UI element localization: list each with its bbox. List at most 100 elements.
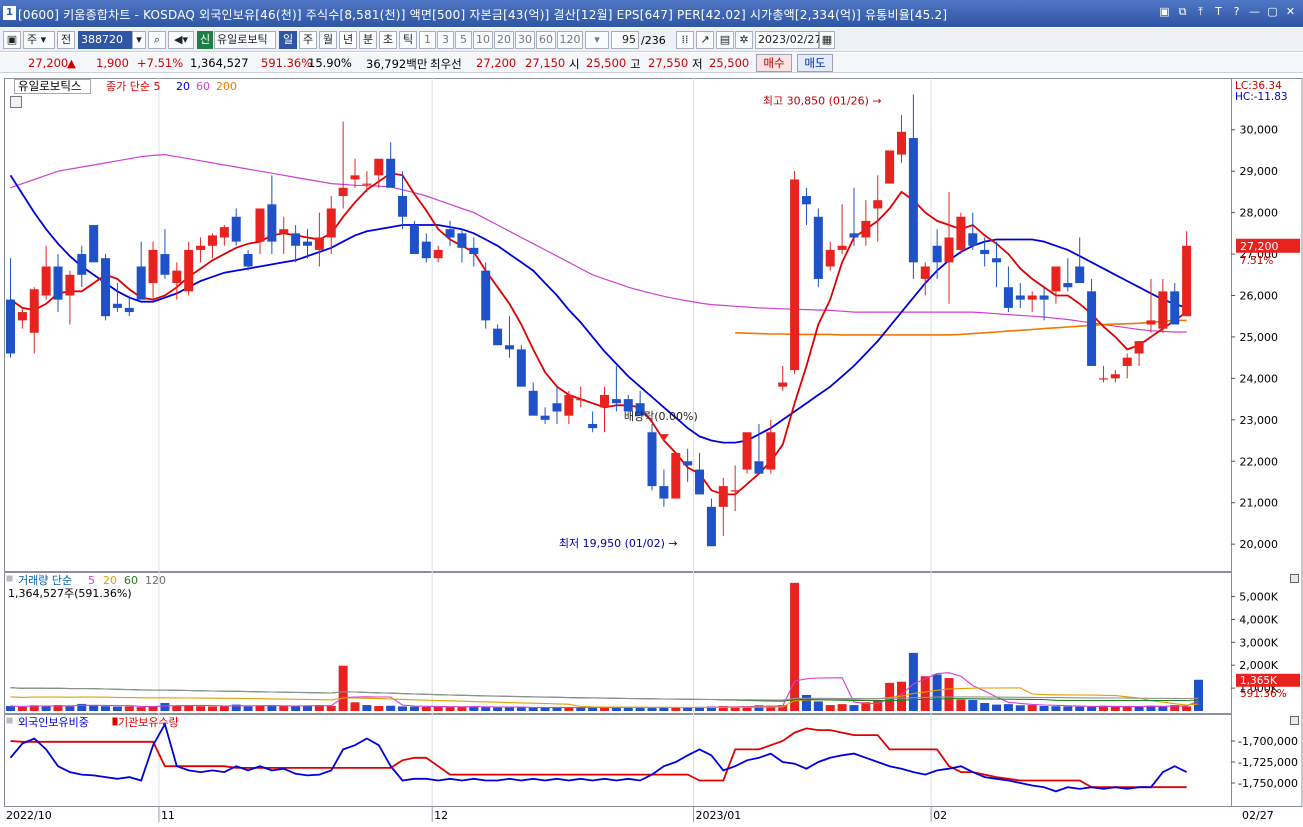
candle-body [956,216,966,250]
date-input[interactable]: 2023/02/27 [755,31,821,49]
font-icon[interactable]: T [1212,5,1225,19]
draw-icon[interactable]: ↗ [696,31,714,49]
buy-button[interactable]: 매수 [756,54,792,72]
candle-body [421,241,431,259]
price-tick-label: 23,000 [1240,414,1279,427]
stock-code-input[interactable]: 388720 [78,31,132,49]
volume-bar [196,706,206,711]
candle-body [77,254,87,275]
candle-body [837,245,847,250]
volume-bar [207,706,217,711]
volume-bar [908,652,918,711]
candle-body [671,452,681,499]
volume-bar [956,699,966,711]
interval-dropdown[interactable]: ▾ [585,31,609,49]
interval-3[interactable]: 3 [437,31,454,49]
interval-1[interactable]: 1 [419,31,436,49]
interval-120[interactable]: 120 [557,31,583,49]
candle-body [564,394,574,416]
candle-body [243,254,253,267]
volume-bar [540,707,550,711]
open-price: 25,500 [586,56,627,70]
candle-body [801,196,811,205]
candle-body [766,432,776,470]
first-priority-label: 최우선 [430,57,462,71]
candle-body [219,227,229,238]
tile-icon[interactable]: ⧉ [1176,5,1189,19]
candle-body [1158,291,1168,329]
volume-bar [457,706,467,711]
volume-bar [326,705,336,711]
tab-month[interactable]: 월 [319,31,337,49]
period-select[interactable]: 주 ▾ [23,31,55,49]
grid-icon[interactable]: ⁞⁞ [676,31,694,49]
candle-body [504,345,514,350]
candle-body [493,328,503,346]
help-icon[interactable]: ? [1230,5,1243,19]
close-icon[interactable]: ✕ [1284,5,1297,19]
bid-price: 27,150 [525,56,566,70]
tab-second[interactable]: 초 [379,31,397,49]
ownership-tick-label: -1,750,000 [1238,777,1298,790]
candle-body [932,245,942,263]
candle-body [457,233,467,248]
interval-60[interactable]: 60 [536,31,556,49]
high-annotation: 최고 30,850 (01/26) → [763,95,882,108]
volume-bar [849,705,859,711]
speaker-icon[interactable]: ◀▾ [168,31,194,49]
volume-bar [1194,679,1203,711]
candle-body [849,233,859,238]
quote-bar: 27,200 ▲ 1,900 +7.51% 1,364,527 591.36% … [0,53,1303,73]
interval-5[interactable]: 5 [455,31,472,49]
prev-button[interactable]: 전 [57,31,75,49]
minimize-icon[interactable]: — [1248,5,1261,19]
legend-ma5: 종가 단순 5 [106,80,160,93]
sell-button[interactable]: 매도 [797,54,833,72]
candle-body [445,229,455,238]
candle-body [1182,245,1192,317]
candle-body [6,299,15,354]
layout-icon[interactable]: ▣ [3,31,21,49]
tab-week[interactable]: 주 [299,31,317,49]
x-tick-label: 11 [161,809,175,822]
x-tick-label: 2022/10 [6,809,52,822]
maximize-icon[interactable]: ▢ [1266,5,1279,19]
tab-year[interactable]: 년 [339,31,357,49]
volume-bar [398,706,408,711]
candle-body [17,312,27,321]
volume-value: 1,364,527 [190,56,249,70]
title-bar: 1 [0600] 키움종합차트 - KOSDAQ 외국인보유[46(천)] 주식… [0,0,1303,27]
candle-body [207,235,217,246]
interval-30[interactable]: 30 [515,31,535,49]
dividend-annotation: 배당락(0.00%) [624,410,698,423]
chevron-down-icon: ▾ [40,33,47,46]
calendar-icon[interactable]: ▦ [819,31,835,49]
candle-body [1051,266,1061,292]
volume-bar [1003,704,1013,711]
volume-bar [445,707,455,711]
candle-body [552,403,562,412]
pin-icon[interactable]: ⤒ [1194,5,1207,19]
gear-icon[interactable]: ✲ [735,31,753,49]
search-icon[interactable]: ⌕ [148,31,166,49]
volume-bar [1075,706,1085,711]
candle-body [53,266,63,300]
tab-minute[interactable]: 분 [359,31,377,49]
x-tick-label: 12 [434,809,448,822]
candle-body [885,150,895,184]
restore-icon[interactable]: ▣ [1158,5,1171,19]
tab-day[interactable]: 일 [279,31,297,49]
candle-body [409,225,419,255]
interval-20[interactable]: 20 [494,31,514,49]
volume-bar [992,704,1002,711]
save-icon[interactable]: ▤ [716,31,734,49]
code-dropdown-icon[interactable]: ▾ [132,31,146,49]
interval-10[interactable]: 10 [473,31,493,49]
candle-body [136,266,146,300]
candle-body [897,131,906,155]
volume-bar [647,707,657,711]
count-input[interactable]: 95 [611,31,639,49]
candle-body [160,254,170,275]
toolbar: ▣ 주 ▾ 전 388720 ▾ ⌕ ◀▾ 신 유일로보틱 일 주 월 년 분 … [0,28,1303,52]
tab-tick[interactable]: 틱 [399,31,417,49]
